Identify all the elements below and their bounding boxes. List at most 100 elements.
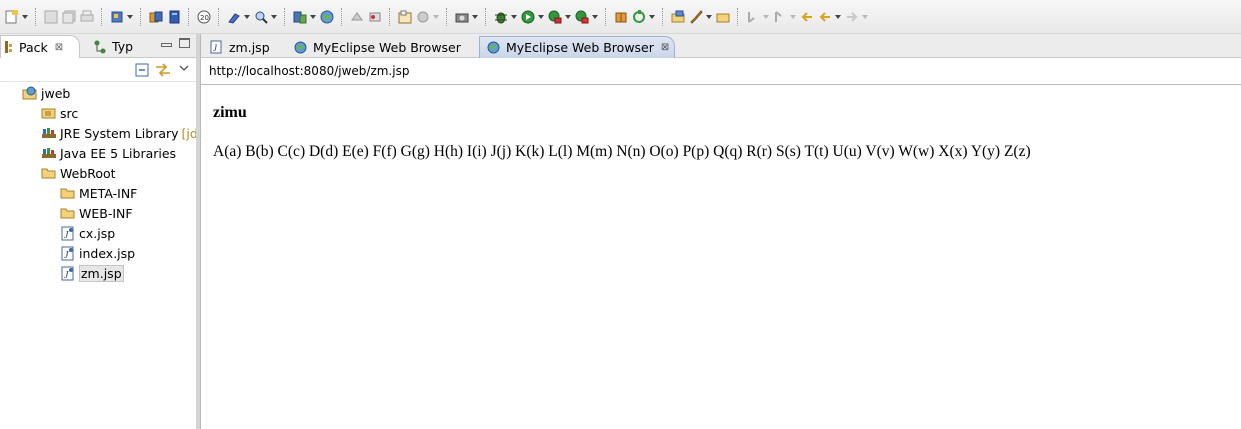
tree-item-label: jweb (41, 85, 71, 101)
save-all-button[interactable] (61, 6, 77, 28)
folder-button[interactable] (715, 6, 731, 28)
run-external-button[interactable] (547, 6, 572, 28)
folder-icon (41, 165, 57, 181)
save-icon (43, 9, 59, 25)
run-icon (520, 9, 536, 25)
refresh-button[interactable] (631, 6, 656, 28)
wizard-icon (415, 9, 431, 25)
last-edit-icon (799, 9, 815, 25)
close-tab-icon[interactable]: ⊠ (661, 42, 669, 53)
page-text: A(a) B(b) C(c) D(d) E(e) F(f) G(g) H(h) … (213, 143, 1031, 160)
package-button[interactable] (613, 6, 629, 28)
wizard-button[interactable] (415, 6, 440, 28)
close-tab-icon[interactable]: ⊠ (55, 42, 63, 53)
debug-icon (493, 9, 509, 25)
forward-nav-icon (367, 9, 383, 25)
forward-nav-button[interactable] (367, 6, 383, 28)
url-bar (201, 58, 1241, 85)
back-nav-icon (349, 9, 365, 25)
tab-package-explorer[interactable]: Pack ⊠ (0, 35, 80, 58)
jsp-file-icon: J (60, 225, 76, 241)
url-input[interactable] (209, 64, 1109, 78)
back-nav-button[interactable] (349, 6, 365, 28)
tree-item-label: index.jsp (79, 245, 136, 261)
svg-text:J: J (64, 250, 69, 261)
web-project-icon (22, 85, 38, 101)
tab-web-browser[interactable]: MyEclipse Web Browser (287, 36, 477, 58)
run-server-button[interactable] (292, 6, 317, 28)
save-all-icon (61, 9, 77, 25)
tree-item-cx-jsp[interactable]: J cx.jsp (60, 224, 115, 242)
camera-button[interactable] (454, 6, 479, 28)
run-button[interactable] (520, 6, 545, 28)
prev-annotation-button[interactable] (772, 6, 797, 28)
tree-item-label: JRE System Library (60, 125, 179, 141)
svg-text:J: J (64, 270, 69, 281)
tab-label: zm.jsp (229, 39, 270, 55)
tree-item-label: WEB-INF (79, 205, 133, 221)
server-button[interactable] (166, 6, 182, 28)
new-web-project-button[interactable] (109, 6, 134, 28)
globe-icon (486, 41, 500, 55)
print-button[interactable] (79, 6, 95, 28)
back-button[interactable] (817, 6, 842, 28)
tab-type-hierarchy[interactable]: Typ (90, 35, 150, 58)
tree-item-webroot[interactable]: WebRoot (41, 164, 116, 182)
view-tab-bar: Pack ⊠ Typ (0, 34, 196, 58)
tab-web-browser-active[interactable]: MyEclipse Web Browser ⊠ (479, 36, 675, 58)
view-menu-icon[interactable] (176, 60, 192, 76)
minimize-view-button[interactable] (161, 39, 172, 49)
browser-button[interactable] (319, 6, 335, 28)
maximize-view-button[interactable] (179, 38, 190, 48)
new-button[interactable] (4, 6, 29, 28)
deploy-button[interactable] (148, 6, 164, 28)
next-annotation-button[interactable] (745, 6, 770, 28)
collapse-all-icon[interactable] (134, 62, 150, 78)
tree-item-index-jsp[interactable]: J index.jsp (60, 244, 135, 262)
tree-item-jweb[interactable]: jweb (22, 84, 70, 102)
link-with-editor-icon[interactable] (155, 62, 171, 78)
last-edit-button[interactable] (799, 6, 815, 28)
server-icon (166, 9, 182, 25)
tree-item-src[interactable]: src (41, 104, 78, 122)
tree-item-zm-jsp[interactable]: J zm.jsp (60, 264, 124, 282)
open-folder-button[interactable] (670, 6, 686, 28)
tab-zm-jsp[interactable]: J zm.jsp (203, 36, 287, 58)
run-ext-tools-button[interactable] (574, 6, 599, 28)
package-explorer-icon (5, 40, 15, 54)
view-toolbar (0, 58, 196, 82)
folder-icon (715, 9, 731, 25)
package-icon (613, 9, 629, 25)
forward-button[interactable] (844, 6, 869, 28)
prev-annotation-icon (772, 9, 788, 25)
new-icon (4, 9, 20, 25)
print-icon (79, 9, 95, 25)
tree-item-jre-library[interactable]: JRE System Library [jdk (41, 124, 205, 142)
properties-button[interactable] (397, 6, 413, 28)
tree-item-label: src (60, 105, 79, 121)
camera-icon (454, 9, 470, 25)
library-icon (41, 145, 57, 161)
next-annotation-icon (745, 9, 761, 25)
folder-icon (60, 185, 76, 201)
open-resource-icon (253, 9, 269, 25)
tab-label: MyEclipse Web Browser (506, 40, 654, 55)
debug-button[interactable] (493, 6, 518, 28)
tree-item-javaee-libraries[interactable]: Java EE 5 Libraries (41, 144, 176, 162)
brush-icon (688, 9, 704, 25)
svg-text:J: J (64, 230, 69, 241)
search-button[interactable] (226, 6, 251, 28)
deploy-icon (148, 9, 164, 25)
tree-item-label: cx.jsp (79, 225, 116, 241)
open-type-button[interactable]: 20 (196, 6, 212, 28)
tree-item-meta-inf[interactable]: META-INF (60, 184, 137, 202)
open-resource-button[interactable] (253, 6, 278, 28)
brush-button[interactable] (688, 6, 713, 28)
globe-icon (293, 40, 307, 54)
refresh-icon (631, 9, 647, 25)
tree-item-web-inf[interactable]: WEB-INF (60, 204, 133, 222)
jsp-file-icon: J (60, 265, 76, 281)
save-button[interactable] (43, 6, 59, 28)
jsp-file-icon: J (60, 245, 76, 261)
run-external-icon (547, 9, 563, 25)
